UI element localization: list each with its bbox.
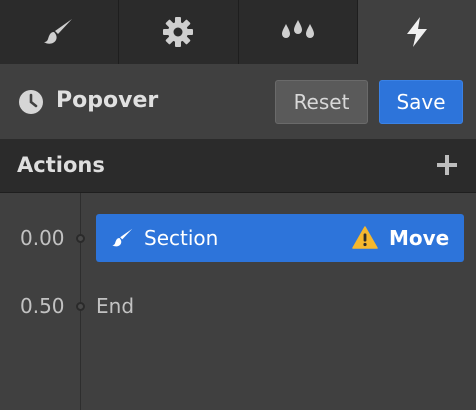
clock-icon [19,90,43,114]
lightning-icon [406,17,427,47]
tab-interactions[interactable] [357,0,476,64]
timeline-dot [76,302,85,311]
timeline-dot [76,234,85,243]
brush-icon [112,228,133,247]
tab-style[interactable] [0,0,120,64]
action-type-label: Move [389,226,450,250]
action-item[interactable]: Section Move [96,214,464,262]
save-button[interactable]: Save [379,80,463,124]
time-label: 0.50 [20,294,65,318]
warning-icon [352,226,378,249]
plus-icon[interactable] [436,154,458,176]
time-label: 0.00 [20,226,65,250]
brush-icon [44,19,73,44]
tab-interactions-drops[interactable] [238,0,358,64]
tab-bar [0,0,476,64]
gear-icon [163,17,194,47]
actions-section-header: Actions [0,139,476,193]
drops-icon [281,20,314,38]
section-title: Actions [17,153,105,177]
end-label: End [96,294,135,318]
panel-header: Popover Reset Save [0,64,476,139]
tab-settings[interactable] [119,0,239,64]
reset-button[interactable]: Reset [275,80,368,124]
action-target-label: Section [144,226,219,250]
page-title: Popover [56,88,159,113]
